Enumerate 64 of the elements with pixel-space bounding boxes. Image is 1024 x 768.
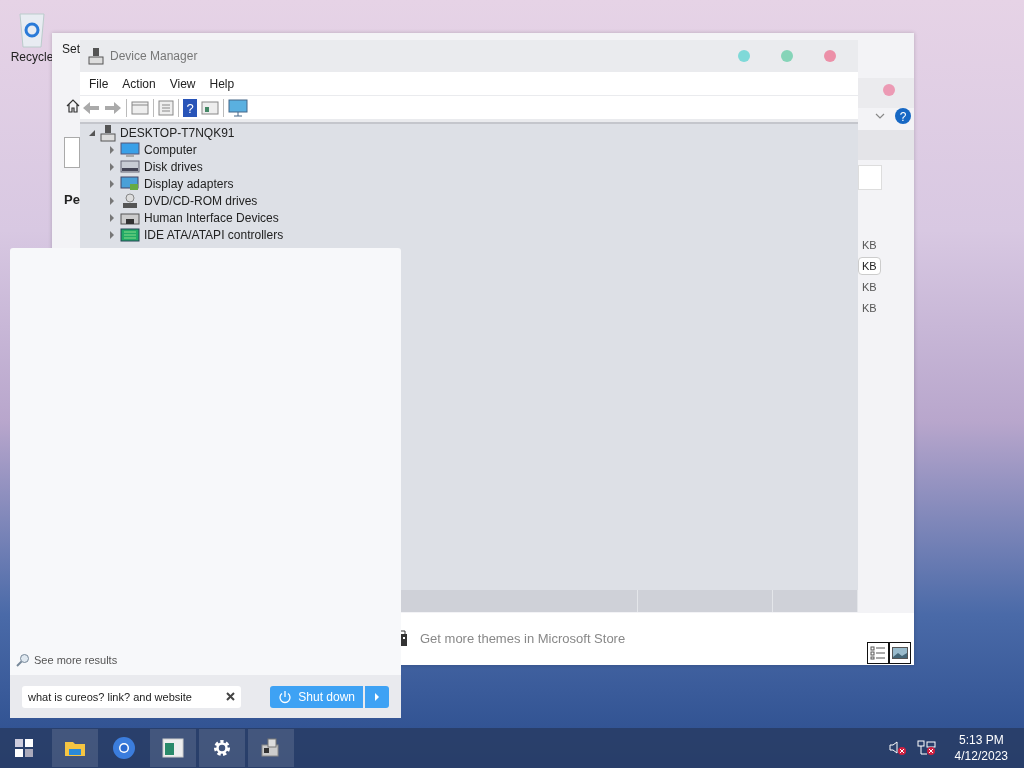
size-label: KB [858,257,881,275]
search-field[interactable]: what is cureos? link? and website [22,685,241,708]
taskbar-app-button[interactable] [52,729,98,767]
list-view-button[interactable] [867,642,889,664]
menu-item[interactable]: File [84,74,114,93]
see-more-results-link[interactable]: See more results [34,654,118,666]
desktop-icon-label[interactable]: Recycle [10,50,54,64]
size-label: KB [861,301,878,316]
network-disconnected-icon[interactable] [916,740,937,756]
chevron-down-icon[interactable] [875,112,885,120]
browser-icon[interactable] [112,736,136,760]
help-icon[interactable]: ? [895,108,911,124]
help-icon[interactable]: ? [183,98,197,117]
tree-item[interactable]: DVD/CD-ROM drives [144,193,258,208]
collapsed-arrow-icon[interactable] [108,196,116,205]
window-icon[interactable] [201,99,219,116]
preview-view-button[interactable] [889,642,911,664]
tree-item[interactable]: IDE ATA/ATAPI controllers [144,227,284,242]
search-icon[interactable] [16,653,30,667]
expanded-arrow-icon[interactable] [88,128,96,137]
tree-item[interactable]: Human Interface Devices [144,210,279,225]
menu-item[interactable]: Action [117,74,161,93]
window-title: Set [62,42,80,56]
recycle-bin-icon[interactable] [17,10,47,48]
size-label: KB [861,280,878,295]
collapsed-arrow-icon[interactable] [108,179,116,188]
tree-item[interactable]: Display adapters [144,176,234,191]
tree-item[interactable]: Computer [144,142,197,157]
display-device-icon [120,175,140,192]
monitor-icon[interactable] [228,98,248,117]
clock-date[interactable]: 4/12/2023 [954,749,1008,763]
section-heading: Pe [64,192,80,207]
menu-item[interactable]: Help [204,74,240,93]
dvd-device-icon [120,192,140,209]
collapsed-arrow-icon[interactable] [108,162,116,171]
taskbar-app-button[interactable] [150,729,196,767]
caret-right-icon[interactable] [374,692,380,701]
tree-item[interactable]: Disk drives [144,159,203,174]
speaker-muted-icon[interactable] [888,740,907,756]
ide-device-icon [120,226,140,243]
collapsed-arrow-icon[interactable] [108,145,116,154]
computer-device-icon [120,141,140,158]
clock-time[interactable]: 5:13 PM [958,733,1004,747]
tree-item[interactable]: DESKTOP-T7NQK91 [120,125,235,140]
taskbar-app-button[interactable] [199,729,245,767]
collapsed-arrow-icon[interactable] [108,230,116,239]
store-link[interactable]: Get more themes in Microsoft Store [420,631,626,646]
close-icon[interactable] [226,692,235,701]
size-label: KB [861,238,878,253]
close-button[interactable] [824,50,836,62]
collapsed-arrow-icon[interactable] [108,213,116,222]
disk-device-icon [120,158,140,175]
home-icon[interactable] [66,99,80,113]
document-icon[interactable] [158,99,174,116]
computer-tower-icon [88,47,104,65]
text-field[interactable] [64,137,80,168]
forward-arrow-icon[interactable] [104,100,122,115]
shut-down-options-button[interactable] [365,685,389,708]
start-grid-icon[interactable] [15,739,33,757]
window-title: Device Manager [110,49,199,63]
menu-item[interactable]: View [164,74,201,93]
window-icon[interactable] [161,736,185,760]
taskbar-app-button[interactable] [248,729,294,767]
power-icon[interactable] [278,689,293,704]
